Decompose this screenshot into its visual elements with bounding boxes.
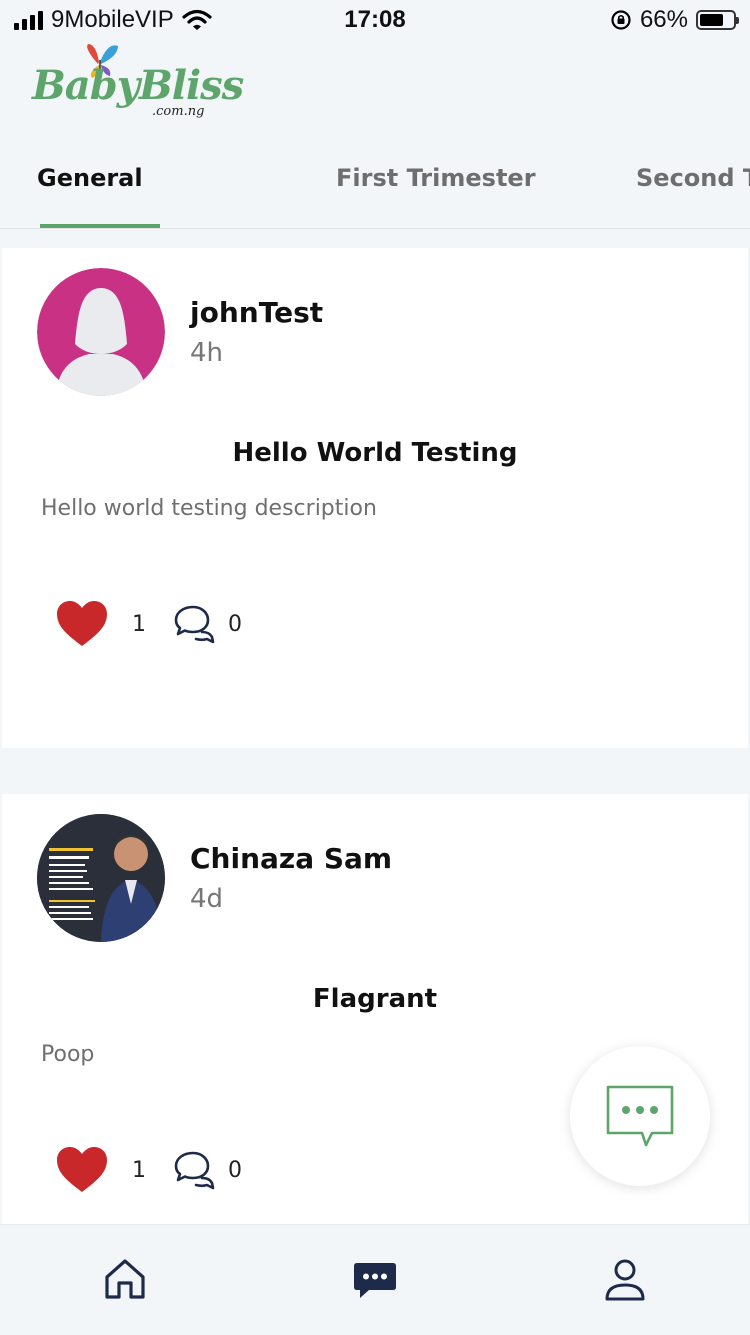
avatar[interactable] bbox=[37, 268, 165, 396]
post-actions: 1 0 bbox=[56, 1146, 242, 1194]
post-timestamp: 4h bbox=[190, 338, 224, 368]
post-description: Hello world testing description bbox=[41, 496, 377, 521]
user-photo-avatar-icon bbox=[37, 814, 165, 942]
status-bar: 9MobileVIP 17:08 66% bbox=[0, 0, 750, 40]
new-post-chat-button[interactable] bbox=[570, 1046, 710, 1186]
comment-icon[interactable] bbox=[172, 1150, 216, 1190]
logo-domain: .com.ng bbox=[152, 104, 205, 119]
logo-text: BabyBliss bbox=[32, 62, 244, 109]
babybliss-logo: BabyBliss .com.ng bbox=[30, 42, 244, 128]
tab-first-trimester[interactable]: First Trimester bbox=[336, 164, 536, 192]
post-username[interactable]: Chinaza Sam bbox=[190, 842, 392, 875]
chat-icon[interactable] bbox=[351, 1255, 399, 1303]
heart-icon[interactable] bbox=[56, 600, 108, 648]
battery-percentage: 66% bbox=[639, 6, 688, 33]
post-description: Poop bbox=[41, 1042, 95, 1067]
home-icon[interactable] bbox=[101, 1255, 149, 1303]
orientation-lock-icon bbox=[611, 10, 631, 30]
comment-count: 0 bbox=[228, 611, 242, 637]
post-title: Flagrant bbox=[312, 984, 438, 1014]
comment-icon[interactable] bbox=[172, 604, 216, 644]
post-title: Hello World Testing bbox=[232, 438, 518, 468]
default-female-avatar-icon bbox=[37, 268, 165, 396]
battery-icon bbox=[696, 10, 739, 30]
category-tabs: General First Trimester Second T bbox=[0, 150, 750, 229]
post-card[interactable]: johnTest 4h Hello World Testing Hello wo… bbox=[2, 248, 748, 748]
like-count: 1 bbox=[132, 1157, 146, 1183]
bottom-navigation bbox=[0, 1224, 750, 1335]
avatar[interactable] bbox=[37, 814, 165, 942]
comment-count: 0 bbox=[228, 1157, 242, 1183]
active-tab-indicator bbox=[40, 224, 160, 228]
profile-icon[interactable] bbox=[601, 1255, 649, 1303]
heart-icon[interactable] bbox=[56, 1146, 108, 1194]
post-timestamp: 4d bbox=[190, 884, 224, 914]
post-actions: 1 0 bbox=[56, 600, 242, 648]
chat-bubble-icon bbox=[606, 1085, 674, 1147]
tab-general[interactable]: General bbox=[37, 164, 143, 192]
like-count: 1 bbox=[132, 611, 146, 637]
tab-second-trimester[interactable]: Second T bbox=[636, 164, 750, 192]
post-username[interactable]: johnTest bbox=[190, 296, 323, 329]
